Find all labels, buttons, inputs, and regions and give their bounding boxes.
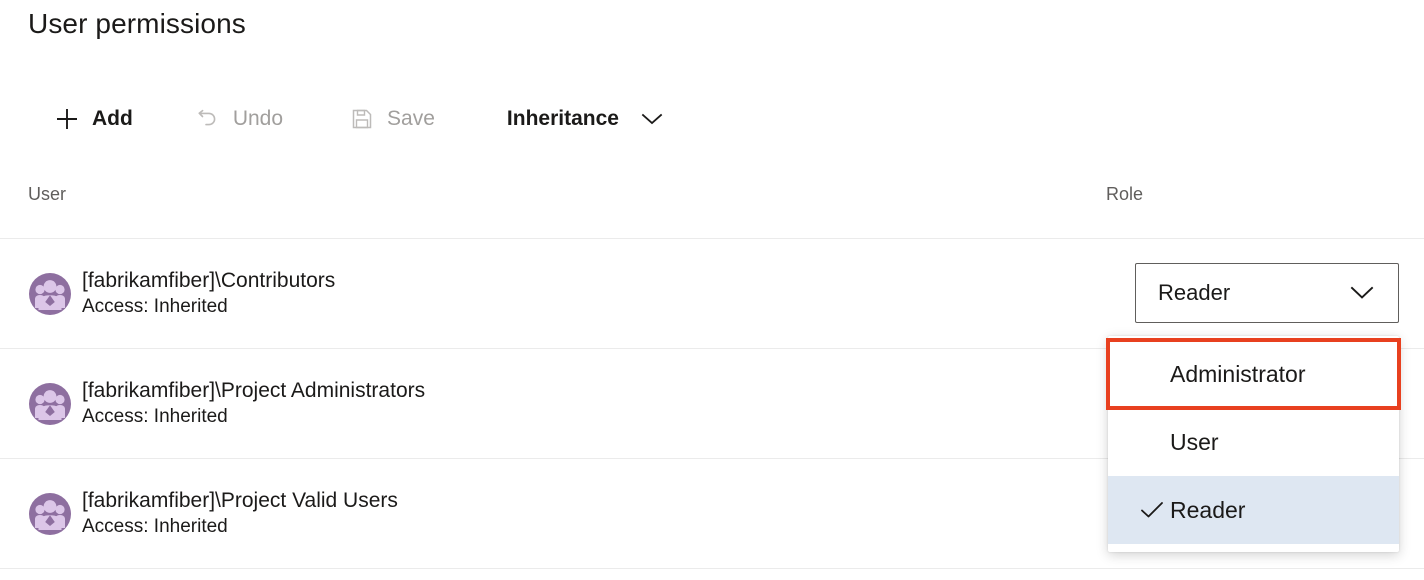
save-floppy-icon bbox=[347, 104, 377, 134]
role-dropdown-list: Administrator User Reader bbox=[1106, 336, 1401, 552]
add-button-label: Add bbox=[92, 107, 133, 130]
save-button-label: Save bbox=[387, 107, 435, 130]
page-title: User permissions bbox=[28, 8, 246, 39]
user-identity: [fabrikamfiber]\Contributors Access: Inh… bbox=[82, 267, 335, 320]
column-header-role: Role bbox=[1106, 184, 1144, 204]
user-cell: [fabrikamfiber]\Project Valid Users Acce… bbox=[28, 459, 398, 568]
chevron-down-icon bbox=[1348, 284, 1376, 302]
group-avatar-icon bbox=[28, 382, 72, 426]
role-option-label: Reader bbox=[1170, 497, 1246, 523]
user-cell: [fabrikamfiber]\Contributors Access: Inh… bbox=[28, 239, 335, 348]
add-button[interactable]: Add bbox=[46, 96, 139, 142]
chevron-down-icon bbox=[639, 111, 665, 127]
role-option-label: Administrator bbox=[1170, 361, 1306, 387]
role-combobox-value: Reader bbox=[1158, 280, 1231, 305]
inheritance-menu-button[interactable]: Inheritance bbox=[491, 96, 671, 142]
user-access: Access: Inherited bbox=[82, 406, 228, 427]
role-combobox[interactable]: Reader bbox=[1135, 263, 1399, 323]
user-access: Access: Inherited bbox=[82, 296, 228, 317]
plus-icon bbox=[52, 104, 82, 134]
undo-icon bbox=[193, 104, 223, 134]
save-button[interactable]: Save bbox=[341, 96, 441, 142]
role-option-reader[interactable]: Reader bbox=[1108, 476, 1399, 544]
role-option-administrator[interactable]: Administrator bbox=[1106, 338, 1401, 410]
undo-button-label: Undo bbox=[232, 107, 284, 130]
row-divider bbox=[0, 568, 1424, 569]
command-toolbar: Add Undo Save Inheritance bbox=[46, 96, 671, 142]
checkmark-icon bbox=[1134, 500, 1170, 520]
user-name: [fabrikamfiber]\Project Valid Users bbox=[82, 489, 398, 512]
user-access: Access: Inherited bbox=[82, 516, 228, 537]
role-option-label: User bbox=[1170, 429, 1219, 455]
user-name: [fabrikamfiber]\Project Administrators bbox=[82, 379, 426, 402]
role-option-user[interactable]: User bbox=[1108, 408, 1399, 476]
user-cell: [fabrikamfiber]\Project Administrators A… bbox=[28, 349, 425, 458]
group-avatar-icon bbox=[28, 272, 72, 316]
user-identity: [fabrikamfiber]\Project Valid Users Acce… bbox=[82, 487, 398, 540]
inheritance-label: Inheritance bbox=[506, 107, 619, 130]
column-header-user: User bbox=[28, 184, 67, 204]
group-avatar-icon bbox=[28, 492, 72, 536]
user-identity: [fabrikamfiber]\Project Administrators A… bbox=[82, 377, 425, 430]
undo-button[interactable]: Undo bbox=[187, 96, 289, 142]
user-name: [fabrikamfiber]\Contributors bbox=[82, 269, 336, 292]
